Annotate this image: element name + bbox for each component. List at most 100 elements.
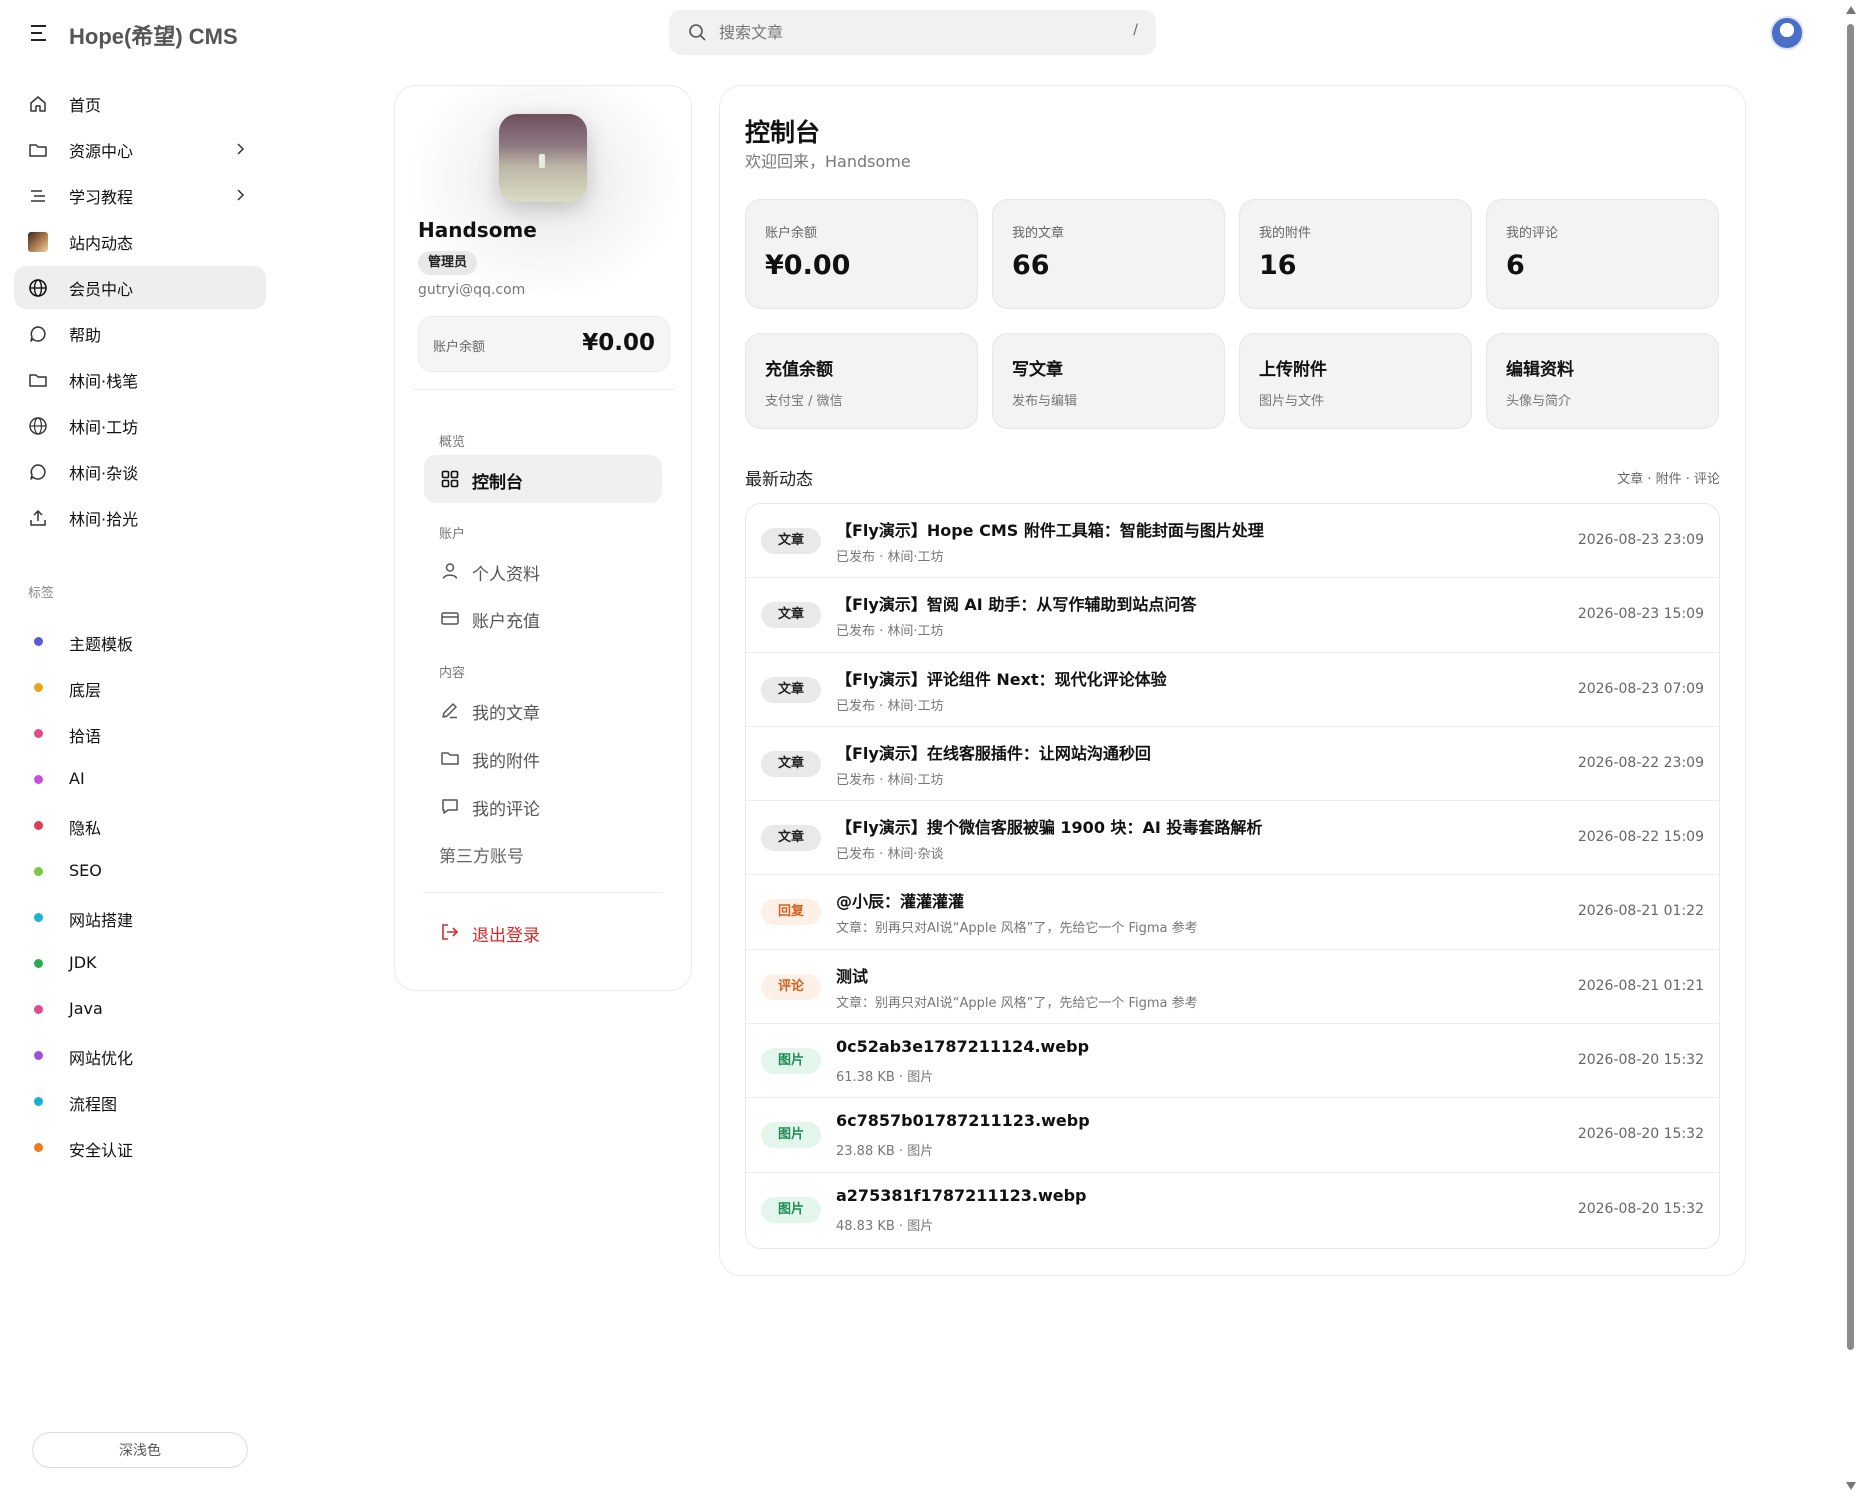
menu-articles[interactable]: 我的文章 [424,686,662,734]
sidebar-item-linjian-zatan[interactable]: 林间·杂谈 [14,450,266,493]
tag-item-2[interactable]: 拾语 [14,710,266,756]
pen-icon [440,700,460,720]
list-icon [28,186,48,206]
sidebar-item-member-center[interactable]: 会员中心 [14,266,266,309]
user-avatar[interactable] [1770,16,1804,50]
profile-email: gutryi@qq.com [418,282,526,298]
activity-meta: 文章：别再只对AI说“Apple 风格”了，先给它一个 Figma 参考 [836,995,1198,1011]
tag-item-10[interactable]: 流程图 [14,1078,266,1124]
logout-button[interactable]: 退出登录 [424,908,662,956]
activity-title-text[interactable]: 【Fly演示】搜个微信客服被骗 1900 块：AI 投毒套路解析 [836,814,1262,838]
activity-row[interactable]: 图片 a275381f1787211123.webp 48.83 KB · 图片 20… [746,1173,1719,1247]
tag-label: 隐私 [69,819,102,838]
balance-value: ¥0.00 [582,330,655,356]
tag-item-8[interactable]: Java [14,986,266,1032]
activity-title-text[interactable]: 【Fly演示】在线客服插件：让网站沟通秒回 [836,740,1151,764]
activity-date: 2026-08-22 23:09 [1577,754,1704,771]
type-badge: 文章 [761,825,821,852]
activity-row[interactable]: 评论 测试 文章：别再只对AI说“Apple 风格”了，先给它一个 Figma 参考… [746,950,1719,1025]
action-write-button[interactable]: 写文章 发布与编辑 [992,333,1225,429]
stat-value: 6 [1506,250,1525,281]
hamburger-menu-icon[interactable] [26,20,52,46]
activity-date: 2026-08-23 15:09 [1577,606,1704,623]
site-brand[interactable]: Hope(希望) CMS [69,19,238,51]
activity-date: 2026-08-20 15:32 [1577,1126,1704,1143]
action-upload-button[interactable]: 上传附件 图片与文件 [1239,333,1472,429]
action-edit-profile-button[interactable]: 编辑资料 头像与简介 [1486,333,1719,429]
tags-section-title: 标签 [28,586,55,601]
action-label: 充值余额 [765,360,833,380]
activity-title-text[interactable]: 测试 [836,963,868,987]
activity-title: 最新动态 [745,470,813,490]
tag-item-9[interactable]: 网站优化 [14,1032,266,1078]
activity-title-text[interactable]: a275381f1787211123.webp [836,1186,1087,1205]
tag-item-0[interactable]: 主题模板 [14,618,266,664]
tag-list: 主题模板 底层 拾语 AI 隐私 SEO 网站搭建 JDK Java 网站优化 … [14,618,266,1170]
scroll-up-arrow-icon[interactable] [1846,6,1856,14]
page-scrollbar[interactable] [1843,0,1857,1496]
chat-icon [28,324,48,344]
chevron-right-icon[interactable] [234,141,248,161]
activity-list: 文章 【Fly演示】Hope CMS 附件工具箱：智能封面与图片处理已发布 · 林… [745,503,1720,1249]
activity-title-text[interactable]: 【Fly演示】评论组件 Next：现代化评论体验 [836,666,1167,690]
profile-avatar[interactable] [499,114,587,202]
menu-recharge[interactable]: 账户充值 [424,594,662,642]
activity-row[interactable]: 文章 【Fly演示】评论组件 Next：现代化评论体验 已发布 · 林间·工坊 202… [746,653,1719,727]
activity-meta: 已发布 · 林间·工坊 [836,772,944,788]
activity-meta: 已发布 · 林间·工坊 [836,698,944,714]
activity-filter[interactable]: 文章 · 附件 · 评论 [1617,468,1720,487]
activity-row[interactable]: 图片 6c7857b01787211123.webp 23.88 KB · 图片 20… [746,1098,1719,1173]
tag-item-7[interactable]: JDK [14,940,266,986]
menu-attachments[interactable]: 我的附件 [424,734,662,782]
activity-title-text[interactable]: @小辰：灌灌灌灌 [836,888,964,912]
chevron-right-icon[interactable] [234,187,248,207]
menu-comments[interactable]: 我的评论 [424,782,662,830]
tag-item-1[interactable]: 底层 [14,664,266,710]
activity-row[interactable]: 文章 【Fly演示】在线客服插件：让网站沟通秒回 已发布 · 林间·工坊 2026-0… [746,727,1719,802]
tag-label: 拾语 [69,727,102,746]
activity-date: 2026-08-21 01:21 [1577,977,1704,994]
tag-dot [34,729,43,738]
tag-item-5[interactable]: SEO [14,848,266,894]
menu-profile[interactable]: 个人资料 [424,547,662,595]
stat-label: 我的附件 [1259,226,1312,241]
sidebar-item-home[interactable]: 首页 [14,82,266,125]
sidebar-item-linjian-zhanbi[interactable]: 林间·栈笔 [14,358,266,401]
sidebar-item-news[interactable]: 站内动态 [14,220,266,263]
sidebar-item-resources[interactable]: 资源中心 [14,128,266,171]
profile-name: Handsome [418,218,537,242]
menu-label: 我的文章 [472,704,540,724]
menu-third-party[interactable]: 第三方账号 [424,829,662,877]
sidebar-item-help[interactable]: 帮助 [14,312,266,355]
sidebar-item-linjian-shiguang[interactable]: 林间·拾光 [14,496,266,539]
balance-box: 账户余额 ¥0.00 [418,316,670,372]
tag-item-4[interactable]: 隐私 [14,802,266,848]
tag-label: 流程图 [69,1095,118,1114]
action-recharge-button[interactable]: 充值余额 支付宝 / 微信 [745,333,978,429]
sidebar-item-label: 林间·杂谈 [69,463,139,483]
sidebar-item-linjian-gongfang[interactable]: 林间·工坊 [14,404,266,447]
search-input[interactable] [719,10,1099,55]
profile-card: Handsome 管理员 gutryi@qq.com 账户余额 ¥0.00 概览… [394,85,692,991]
tag-item-6[interactable]: 网站搭建 [14,894,266,940]
divider [413,389,675,390]
sidebar-item-tutorials[interactable]: 学习教程 [14,174,266,217]
activity-row[interactable]: 回复 @小辰：灌灌灌灌 文章：别再只对AI说“Apple 风格”了，先给它一个 Fi… [746,875,1719,950]
menu-dashboard[interactable]: 控制台 [424,455,662,503]
tag-item-3[interactable]: AI [14,756,266,802]
activity-row[interactable]: 文章 【Fly演示】Hope CMS 附件工具箱：智能封面与图片处理 已发布 · 林… [746,504,1719,579]
scroll-down-arrow-icon[interactable] [1846,1482,1856,1490]
activity-title-text[interactable]: 6c7857b01787211123.webp [836,1111,1090,1130]
folder-icon [440,748,460,768]
activity-row[interactable]: 文章 【Fly演示】搜个微信客服被骗 1900 块：AI 投毒套路解析 已发布 · … [746,801,1719,876]
balance-label: 账户余额 [433,340,486,355]
scrollbar-thumb[interactable] [1847,24,1854,1350]
activity-title-text[interactable]: 【Fly演示】Hope CMS 附件工具箱：智能封面与图片处理 [836,517,1264,541]
activity-title-text[interactable]: 【Fly演示】智阅 AI 助手：从写作辅助到站点问答 [836,591,1196,615]
theme-toggle-button[interactable]: 深浅色 [32,1432,248,1468]
activity-row[interactable]: 文章 【Fly演示】智阅 AI 助手：从写作辅助到站点问答 已发布 · 林间·工坊 2… [746,578,1719,653]
tag-item-11[interactable]: 安全认证 [14,1124,266,1170]
search-box[interactable]: / [669,10,1156,55]
activity-title-text[interactable]: 0c52ab3e1787211124.webp [836,1037,1089,1056]
activity-row[interactable]: 图片 0c52ab3e1787211124.webp 61.38 KB · 图片 20… [746,1024,1719,1099]
